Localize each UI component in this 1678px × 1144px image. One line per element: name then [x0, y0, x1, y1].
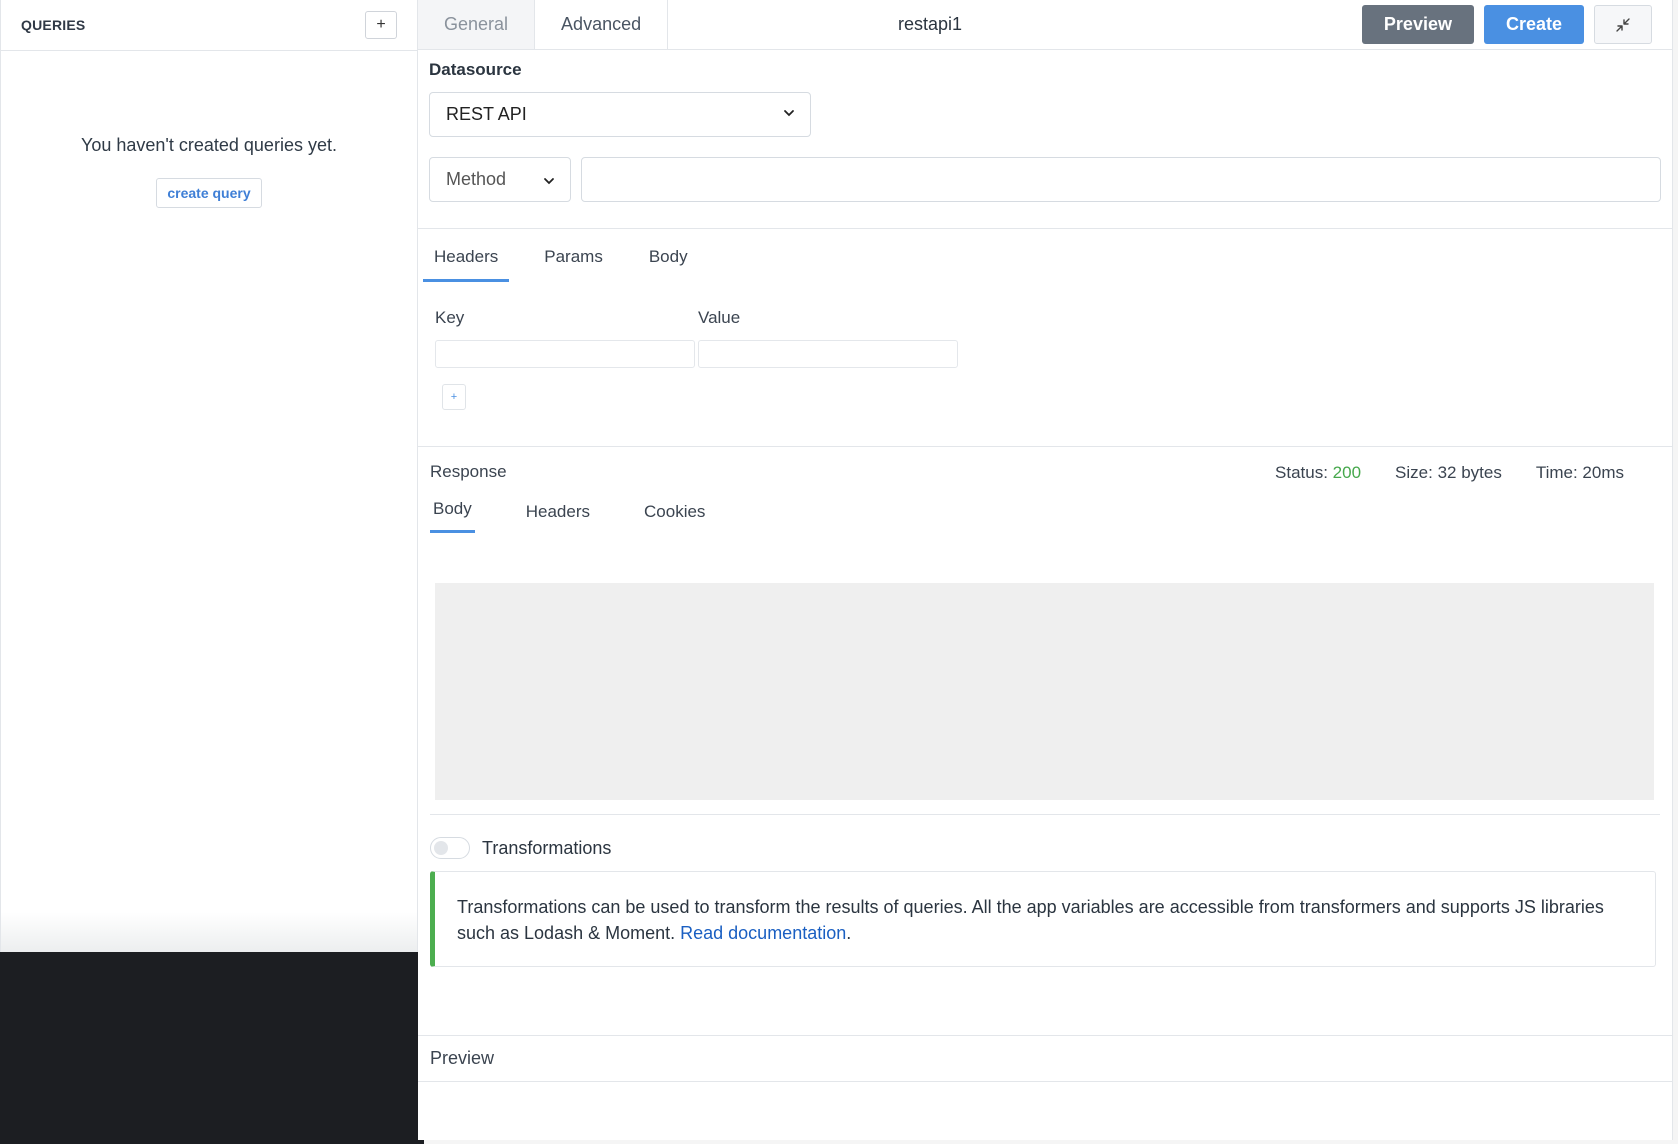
tab-body[interactable]: Body — [638, 247, 699, 282]
transformations-info-text: Transformations can be used to transform… — [457, 897, 1604, 943]
response-status: Status: 200 — [1275, 463, 1361, 483]
create-query-button[interactable]: create query — [156, 178, 262, 208]
add-header-button[interactable]: + — [442, 384, 466, 410]
chevron-down-icon — [544, 178, 554, 185]
empty-state-text: You haven't created queries yet. — [81, 135, 337, 155]
transformations-row: Transformations — [418, 837, 1672, 859]
transformations-toggle[interactable] — [430, 837, 470, 859]
response-size: Size: 32 bytes — [1395, 463, 1502, 482]
tab-params[interactable]: Params — [533, 247, 614, 282]
empty-state: You haven't created queries yet. create … — [1, 51, 417, 208]
status-value: 200 — [1332, 463, 1362, 482]
datasource-selected-value: REST API — [446, 104, 527, 124]
request-row: Method — [429, 157, 1661, 202]
tab-response-cookies[interactable]: Cookies — [641, 502, 708, 533]
tab-response-headers[interactable]: Headers — [523, 502, 593, 533]
header-value-input[interactable] — [698, 340, 958, 368]
status-label: Status: — [1275, 463, 1328, 482]
sidebar-header: QUERIES + — [1, 0, 417, 51]
query-editor: General Advanced restapi1 Preview Create… — [418, 0, 1673, 1140]
datasource-select[interactable]: REST API — [429, 92, 811, 137]
queries-sidebar: QUERIES + You haven't created queries ye… — [0, 0, 418, 952]
method-placeholder: Method — [446, 169, 507, 189]
read-documentation-link[interactable]: Read documentation — [680, 923, 846, 943]
headers-labels: Key Value — [418, 308, 1672, 328]
divider — [418, 228, 1672, 229]
request-tabs: Headers Params Body — [418, 247, 1672, 282]
preview-button[interactable]: Preview — [1361, 5, 1474, 44]
tab-headers[interactable]: Headers — [423, 247, 510, 282]
tab-response-body[interactable]: Body — [430, 499, 475, 533]
method-select[interactable]: Method — [429, 157, 571, 202]
divider — [430, 814, 1660, 815]
header-row — [418, 340, 1672, 368]
chevron-down-icon — [784, 110, 794, 117]
tab-advanced[interactable]: Advanced — [535, 0, 669, 49]
transformations-info: Transformations can be used to transform… — [430, 871, 1656, 967]
preview-label: Preview — [430, 1048, 495, 1068]
info-trailing: . — [846, 923, 852, 943]
plus-icon: + — [450, 391, 458, 403]
response-label: Response — [430, 462, 507, 481]
add-query-button[interactable]: + — [365, 11, 397, 39]
value-label: Value — [698, 308, 741, 327]
response-bar: Response Status: 200 Size: 32 bytes Time… — [418, 447, 1672, 497]
response-body-viewer[interactable] — [435, 583, 1654, 800]
canvas-background — [0, 952, 424, 1144]
transformations-label: Transformations — [482, 837, 612, 858]
collapse-icon — [1616, 17, 1630, 32]
response-tabs: Body Headers Cookies — [418, 499, 1672, 533]
header-key-input[interactable] — [435, 340, 695, 368]
datasource-section: Datasource REST API Method — [418, 60, 1672, 202]
editor-header: General Advanced restapi1 Preview Create — [418, 0, 1672, 50]
sidebar-title: QUERIES — [21, 17, 86, 33]
query-name[interactable]: restapi1 — [898, 14, 962, 35]
key-label: Key — [435, 308, 465, 327]
create-button[interactable]: Create — [1483, 5, 1584, 44]
header-actions: Preview Create — [1361, 5, 1652, 44]
preview-section[interactable]: Preview — [418, 1035, 1672, 1082]
response-time: Time: 20ms — [1535, 463, 1624, 482]
sidebar-fade — [1, 912, 417, 952]
tab-general[interactable]: General — [418, 0, 536, 49]
response-meta: Status: 200 Size: 32 bytes Time: 20ms — [1275, 463, 1624, 483]
plus-icon: + — [376, 16, 386, 33]
collapse-button[interactable] — [1594, 5, 1652, 44]
url-input[interactable] — [581, 157, 1661, 202]
datasource-label: Datasource — [429, 60, 522, 79]
